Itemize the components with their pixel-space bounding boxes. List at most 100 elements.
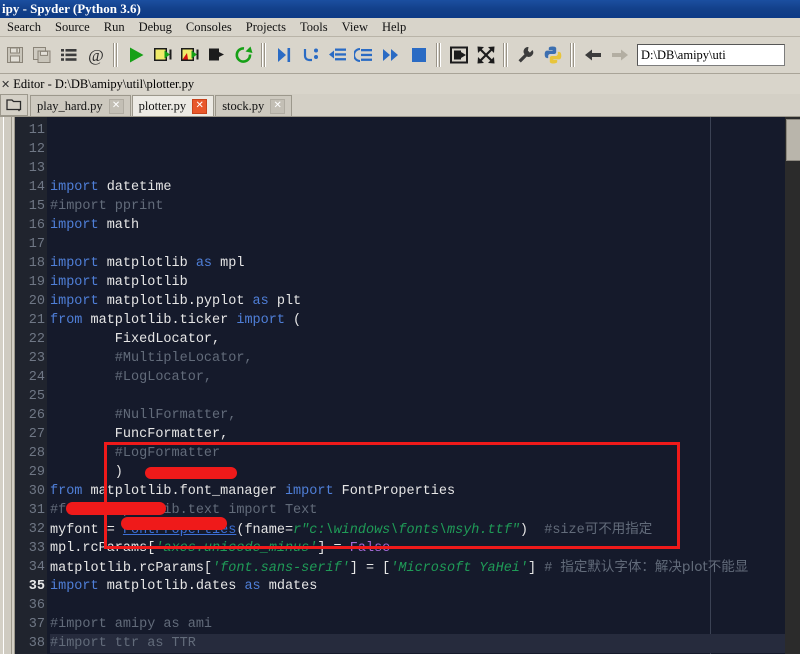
code-line[interactable]: FuncFormatter, [50,425,800,444]
code-line[interactable]: import matplotlib as mpl [50,254,800,273]
rerun-icon[interactable] [230,40,257,70]
code-line[interactable]: import matplotlib.dates as mdates [50,577,800,596]
code-line[interactable]: #NullFormatter, [50,406,800,425]
code-token: ] = [317,541,350,556]
code-line[interactable]: from matplotlib.font_manager import Font… [50,482,800,501]
code-token: from [50,484,83,499]
run-icon[interactable] [122,40,149,70]
close-tab-icon[interactable]: ✕ [108,98,124,114]
code-line[interactable]: #import pprint [50,197,800,216]
code-line[interactable]: import datetime [50,178,800,197]
code-token: matplotlib.rcParams[ [50,561,213,576]
code-line[interactable]: from matplotlib.ticker import ( [50,311,800,330]
code-token: import [236,313,285,328]
run-cell-icon[interactable] [149,40,176,70]
code-line[interactable]: #from matplotlib.text import Text [50,501,800,520]
close-pane-icon[interactable]: ✕ [1,78,10,91]
main-toolbar: @ D:\DB\amipy\uti [0,37,800,74]
line-number: 32 [28,522,45,537]
code-token: mpl [212,256,245,271]
code-line[interactable]: #import amipy as ami [50,615,800,634]
code-line[interactable]: matplotlib.rcParams['font.sans-serif'] =… [50,558,800,577]
code-token: matplotlib [98,275,188,290]
code-token: 'axes.unicode_minus' [155,541,318,556]
code-line[interactable] [50,235,800,254]
line-number: 30 [28,484,45,499]
preferences-icon[interactable] [512,40,539,70]
code-line[interactable]: ) [50,463,800,482]
menu-item-view[interactable]: View [335,19,375,36]
close-tab-icon[interactable]: ✕ [270,98,286,114]
stop-debug-icon[interactable] [405,40,432,70]
vertical-scrollbar[interactable] [785,117,800,654]
step-over-icon[interactable] [270,40,297,70]
editor-tab-play_hard-py[interactable]: play_hard.py ✕ [30,95,131,116]
close-tab-icon[interactable]: ✕ [192,98,208,114]
menu-item-run[interactable]: Run [97,19,132,36]
code-line[interactable]: import matplotlib [50,273,800,292]
code-token: matplotlib.dates [98,579,245,594]
code-line[interactable]: #MultipleLocator, [50,349,800,368]
svg-text:@: @ [88,46,104,65]
pythonpath-icon[interactable] [539,40,566,70]
toolbar-grip-2[interactable] [259,42,268,68]
code-line[interactable] [50,596,800,615]
forward-icon[interactable] [606,40,633,70]
code-token: from [50,313,83,328]
line-number: 24 [28,370,45,385]
code-token: # [544,561,561,576]
scrollbar-thumb[interactable] [786,119,800,161]
toolbar-grip-5[interactable] [568,42,577,68]
toolbar-grip[interactable] [111,42,120,68]
code-line[interactable]: mpl.rcParams['axes.unicode_minus'] = Fal… [50,539,800,558]
save-icon[interactable] [1,40,28,70]
code-token: 指定默认字体：解决plot不能显 [560,559,749,575]
code-line[interactable]: #LogLocator, [50,368,800,387]
editor-tab-label: plotter.py [138,98,187,113]
working-directory-field[interactable]: D:\DB\amipy\uti [637,44,785,66]
code-line[interactable] [50,387,800,406]
code-line[interactable]: #LogFormatter [50,444,800,463]
code-area[interactable]: import datetime #import pprint import math… [47,117,800,654]
code-token: ( [284,313,302,328]
code-token: import [50,256,99,271]
code-line[interactable]: import matplotlib.pyplot as plt [50,292,800,311]
code-token: import [50,579,99,594]
code-token: matplotlib.ticker [82,313,237,328]
menu-item-search[interactable]: Search [0,19,48,36]
toolbar-grip-4[interactable] [501,42,510,68]
line-number: 22 [28,332,45,347]
code-line[interactable]: FixedLocator, [50,330,800,349]
fast-forward-icon[interactable] [378,40,405,70]
menu-item-consoles[interactable]: Consoles [179,19,239,36]
step-into-icon[interactable] [297,40,324,70]
maximize-pane-icon[interactable] [445,40,472,70]
line-number: 17 [28,237,45,252]
code-token: datetime [98,180,172,195]
fullscreen-icon[interactable] [472,40,499,70]
save-all-icon[interactable] [28,40,55,70]
code-line[interactable]: myfont = FontProperties(fname=r"c:\windo… [50,520,800,539]
toolbar-grip-3[interactable] [434,42,443,68]
editor-tab-stock-py[interactable]: stock.py ✕ [215,95,293,116]
at-icon[interactable]: @ [82,40,109,70]
editor-tab-plotter-py[interactable]: plotter.py ✕ [131,95,215,116]
browse-tabs-icon[interactable] [0,94,28,116]
code-token: matplotlib [98,256,196,271]
line-number: 34 [28,560,45,575]
run-cell-advance-icon[interactable] [176,40,203,70]
menu-item-source[interactable]: Source [48,19,97,36]
menu-item-help[interactable]: Help [375,19,413,36]
window-title: ipy - Spyder (Python 3.6) [2,1,141,16]
line-number: 28 [28,446,45,461]
step-return-icon[interactable] [324,40,351,70]
menu-item-tools[interactable]: Tools [293,19,335,36]
code-line[interactable]: import math [50,216,800,235]
file-switcher-icon[interactable] [55,40,82,70]
menu-item-projects[interactable]: Projects [239,19,293,36]
menu-item-debug[interactable]: Debug [132,19,179,36]
continue-icon[interactable] [351,40,378,70]
code-line[interactable]: #import ttr as TTR [50,634,800,653]
back-icon[interactable] [579,40,606,70]
run-selection-icon[interactable] [203,40,230,70]
